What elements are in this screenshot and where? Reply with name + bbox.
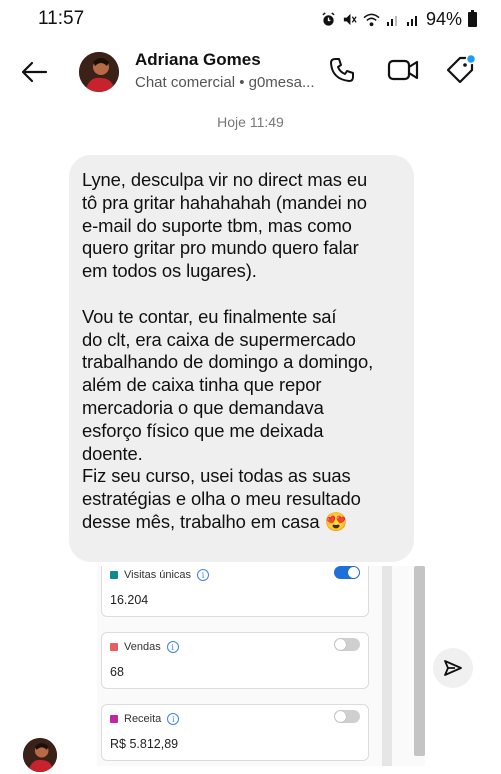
call-button[interactable]	[324, 52, 360, 88]
phone-icon	[330, 58, 354, 82]
contact-subtitle[interactable]: Chat comercial • g0mesa...	[135, 74, 315, 91]
tag-icon	[446, 54, 476, 84]
back-button[interactable]	[16, 54, 52, 90]
status-bar: 11:57 94%	[0, 0, 501, 36]
battery-icon	[468, 10, 477, 27]
status-icons: 94%	[321, 9, 477, 30]
metric-value: R$ 5.812,89	[110, 737, 179, 751]
metric-card-visits: Visitas únicas i 16.204	[101, 566, 369, 617]
battery-percent: 94%	[425, 9, 462, 29]
info-icon: i	[166, 641, 179, 653]
metric-label: Visitas únicas	[124, 569, 192, 581]
contact-avatar[interactable]	[79, 52, 119, 92]
back-arrow-icon	[21, 61, 48, 83]
metric-card-sales: Vendas i 68	[101, 632, 369, 689]
video-call-button[interactable]	[385, 52, 421, 88]
color-swatch	[110, 643, 118, 651]
signal-icon	[386, 15, 397, 26]
metric-label: Receita	[124, 713, 162, 725]
contact-name[interactable]: Adriana Gomes	[135, 50, 261, 70]
info-icon: i	[197, 569, 210, 581]
sender-avatar[interactable]	[23, 738, 57, 772]
color-swatch	[110, 571, 118, 579]
metric-card-revenue: Receita i R$ 5.812,89	[101, 704, 369, 761]
metric-value: 68	[110, 665, 124, 679]
chat-header: Adriana Gomes Chat comercial • g0mesa...	[0, 40, 501, 104]
status-time: 11:57	[38, 8, 85, 29]
metric-value: 16.204	[110, 593, 149, 607]
message-bubble[interactable]: Lyne, desculpa vir no direct mas eu tô p…	[69, 155, 414, 562]
metric-toggle	[334, 710, 360, 723]
metric-toggle	[334, 566, 360, 579]
signal-icon	[406, 15, 417, 26]
attachment-scroll-track	[382, 566, 392, 766]
color-swatch	[110, 715, 118, 723]
video-icon	[387, 59, 419, 81]
metric-label: Vendas	[124, 641, 161, 653]
wifi-icon	[363, 13, 380, 27]
send-icon	[444, 660, 462, 676]
metric-toggle	[334, 638, 360, 651]
label-button[interactable]	[442, 52, 478, 88]
alarm-icon	[322, 12, 335, 26]
mute-icon	[343, 13, 357, 26]
image-attachment[interactable]: Visitas únicas i 16.204 Vendas i 68 Rece…	[97, 566, 425, 766]
message-timestamp: Hoje 11:49	[217, 114, 284, 130]
info-icon: i	[167, 713, 180, 725]
share-button[interactable]	[433, 648, 473, 688]
attachment-scrollbar	[414, 566, 425, 756]
message-text: Lyne, desculpa vir no direct mas eu tô p…	[82, 169, 374, 532]
